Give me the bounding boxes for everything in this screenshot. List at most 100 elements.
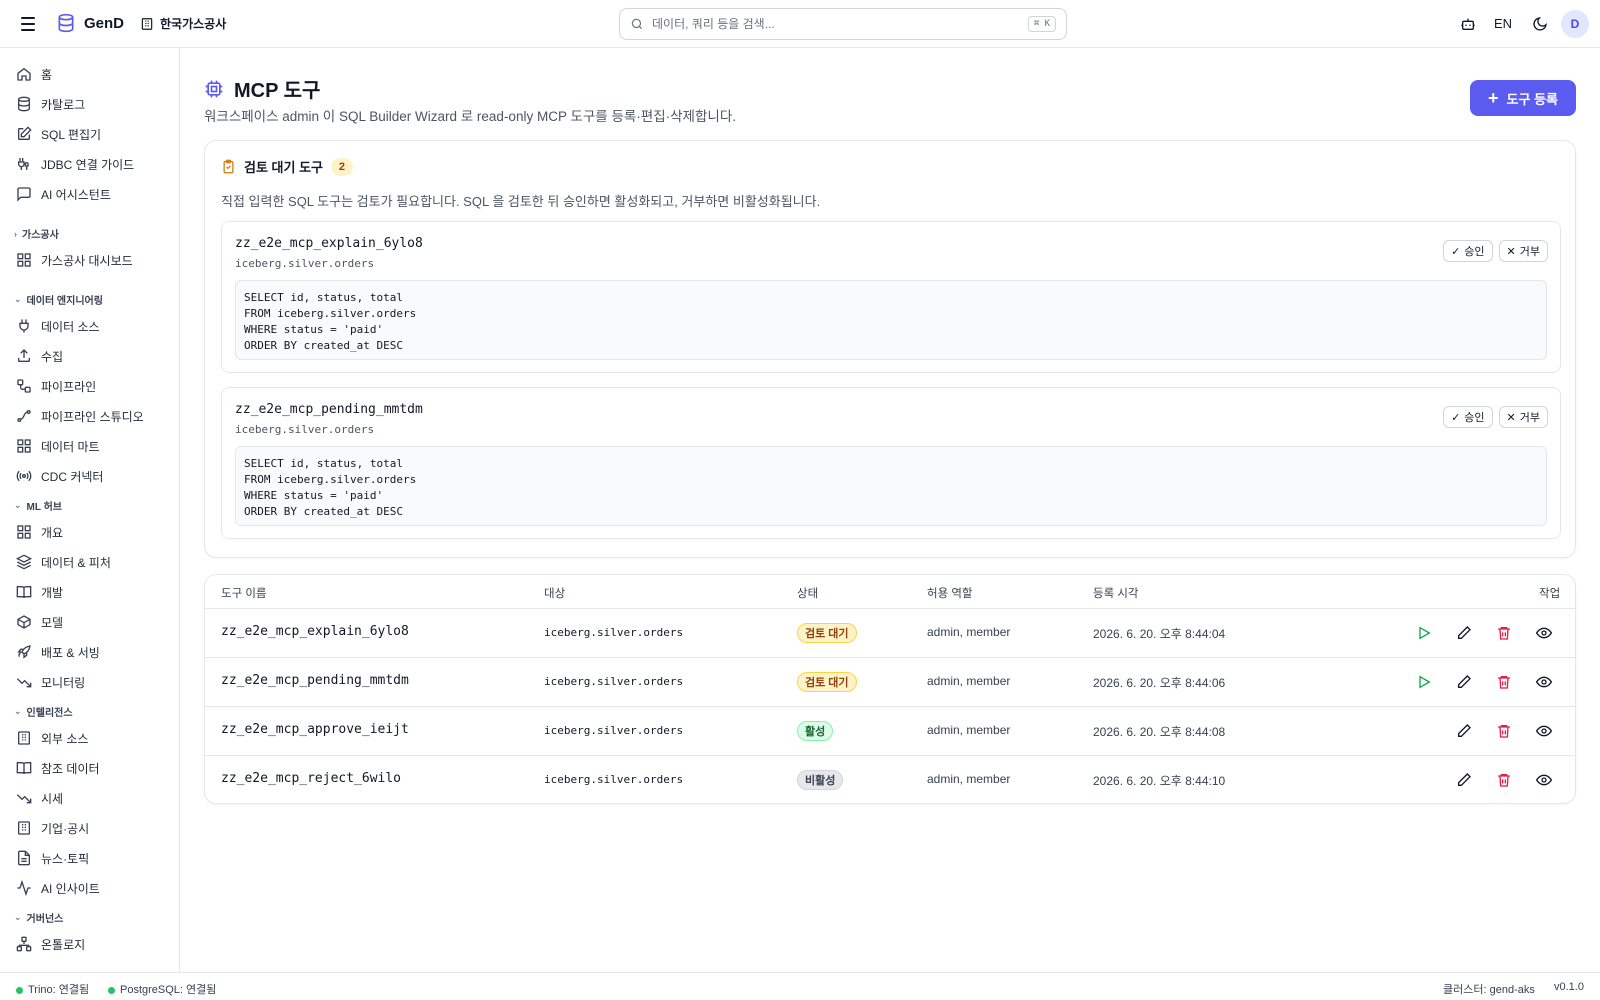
check-icon: ✓ [1451,245,1461,258]
sidebar-item-monitoring[interactable]: 모니터링 [16,672,85,692]
approve-button[interactable]: ✓ 승인 [1443,406,1493,428]
sidebar-item-pipeline-studio[interactable]: 파이프라인 스튜디오 [16,406,144,426]
eye-icon[interactable] [1535,771,1553,789]
trash-icon[interactable] [1495,673,1513,691]
section-data-engineering[interactable]: ⌄ 데이터 엔지니어링 [14,292,103,307]
section-governance[interactable]: ⌄ 거버넌스 [14,910,63,925]
chevron-down-icon: ⌄ [14,706,22,716]
sidebar-item-catalog[interactable]: 카탈로그 [16,94,85,114]
sidebar-item-label: 참조 데이터 [41,761,100,776]
column-header-created: 등록 시각 [1093,588,1139,600]
status-badge: 검토 대기 [797,623,857,643]
sidebar-item-sql-editor[interactable]: SQL 편집기 [16,124,101,144]
database-logo-icon [58,13,74,33]
sidebar-item-label: 파이프라인 [41,379,97,394]
eye-icon[interactable] [1535,624,1553,642]
eye-icon[interactable] [1535,722,1553,740]
sidebar-item-home[interactable]: 홈 [16,64,52,84]
sidebar-item-label: SQL 편집기 [41,127,102,142]
trash-icon[interactable] [1495,722,1513,740]
app-logo[interactable]: GenD [56,13,124,33]
sql-line: ORDER BY created_at DESC [244,339,403,352]
sidebar-item-gas-dashboard[interactable]: 가스공사 대시보드 [16,250,133,270]
column-header-status: 상태 [797,588,819,600]
trash-icon[interactable] [1495,624,1513,642]
sidebar-item-ontology[interactable]: 온톨로지 [16,934,85,954]
plug-icon [19,319,29,333]
sidebar-item-jdbc-guide[interactable]: JDBC 연결 가이드 [16,154,134,174]
sidebar-item-label: 모니터링 [41,675,86,690]
sidebar-item-ai-insights[interactable]: AI 인사이트 [16,878,100,898]
sidebar-item-quotes[interactable]: 시세 [16,788,63,808]
eye-icon[interactable] [1535,673,1553,691]
sidebar-item-label: 외부 소스 [41,731,89,746]
sidebar-item-reference-data[interactable]: 참조 데이터 [16,758,100,778]
file-icon [18,850,30,866]
pencil-icon[interactable] [1455,673,1473,691]
reject-label: 거부 [1519,246,1540,258]
sidebar-item-ingest[interactable]: 수집 [16,346,63,366]
org-selector[interactable]: 한국가스공사 [140,15,226,32]
search-shortcut: ⌘ K [1027,16,1056,32]
tool-roles: admin, member [927,772,1011,786]
tool-created: 2026. 6. 20. 오후 8:44:08 [1093,725,1226,739]
sql-line: FROM iceberg.silver.orders [244,473,417,486]
pencil-icon[interactable] [1455,771,1473,789]
sidebar-item-cdc-connector[interactable]: CDC 커넥터 [16,466,103,486]
trash-icon[interactable] [1495,771,1513,789]
table-row: zz_e2e_mcp_reject_6wilo iceberg.silver.o… [205,756,1575,803]
reject-button[interactable]: ✕ 거부 [1498,406,1548,428]
tool-created: 2026. 6. 20. 오후 8:44:04 [1093,627,1226,641]
postgres-status-text: PostgreSQL: 연결됨 [120,984,217,996]
sidebar-item-ai-assistant[interactable]: AI 어시스턴트 [16,184,111,204]
pending-count-badge: 2 [330,157,353,176]
moon-icon[interactable] [1530,14,1550,34]
sidebar-item-news-topics[interactable]: 뉴스·토픽 [16,848,89,868]
avatar[interactable]: D [1561,10,1589,38]
reject-label: 거부 [1519,412,1540,424]
global-search[interactable]: ⌘ K [619,8,1067,40]
chevron-down-icon: ⌄ [14,294,22,304]
section-label: 데이터 엔지니어링 [26,296,103,307]
trino-status: Trino: 연결됨 [16,981,89,997]
section-gas[interactable]: › 가스공사 [14,226,59,242]
play-icon[interactable] [1415,624,1433,642]
sidebar-item-model[interactable]: 모델 [16,612,63,632]
register-tool-button[interactable]: + 도구 등록 [1470,80,1576,116]
section-label: 가스공사 [22,230,59,241]
approve-button[interactable]: ✓ 승인 [1443,240,1493,262]
sidebar: 홈 카탈로그 SQL 편집기 JDBC 연결 가이드 AI 어시스턴트 › 가스… [0,48,180,972]
pencil-icon[interactable] [1455,722,1473,740]
sidebar-item-deploy[interactable]: 배포 & 서빙 [16,642,100,662]
sidebar-item-data-source[interactable]: 데이터 소스 [16,316,100,336]
sidebar-item-develop[interactable]: 개발 [16,582,63,602]
sidebar-item-label: JDBC 연결 가이드 [41,157,135,172]
section-ml-hub[interactable]: ⌄ ML 허브 [14,498,62,513]
play-icon[interactable] [1415,673,1433,691]
home-icon [17,67,31,81]
pending-tool-target: iceberg.silver.orders [235,423,375,436]
tools-table: 도구 이름 대상 상태 허용 역할 등록 시각 작업 zz_e2e_mcp_ex… [204,574,1576,804]
tool-target: iceberg.silver.orders [544,675,684,688]
tool-name: zz_e2e_mcp_explain_6ylo8 [221,624,409,639]
pencil-icon[interactable] [1455,624,1473,642]
org-name: 한국가스공사 [160,17,227,31]
close-icon: ✕ [1506,411,1516,424]
book-icon [16,586,32,599]
sidebar-item-data-features[interactable]: 데이터 & 피처 [16,552,111,572]
sql-line: ORDER BY created_at DESC [244,505,403,518]
sidebar-item-external-source[interactable]: 외부 소스 [16,728,89,748]
sidebar-item-data-mart[interactable]: 데이터 마트 [16,436,100,456]
layers-icon [16,554,32,570]
reject-button[interactable]: ✕ 거부 [1498,240,1548,262]
sidebar-item-overview[interactable]: 개요 [16,522,63,542]
language-toggle[interactable]: EN [1494,16,1512,31]
section-intelligence[interactable]: ⌄ 인텔리전스 [14,704,73,719]
menu-icon[interactable] [18,14,38,34]
sidebar-item-company-disclosure[interactable]: 기업·공시 [16,818,89,838]
search-input[interactable] [652,17,1028,31]
sidebar-item-pipeline[interactable]: 파이프라인 [16,376,96,396]
tool-created: 2026. 6. 20. 오후 8:44:10 [1093,774,1226,788]
tool-name: zz_e2e_mcp_pending_mmtdm [221,673,409,688]
bot-icon[interactable] [1458,14,1478,34]
